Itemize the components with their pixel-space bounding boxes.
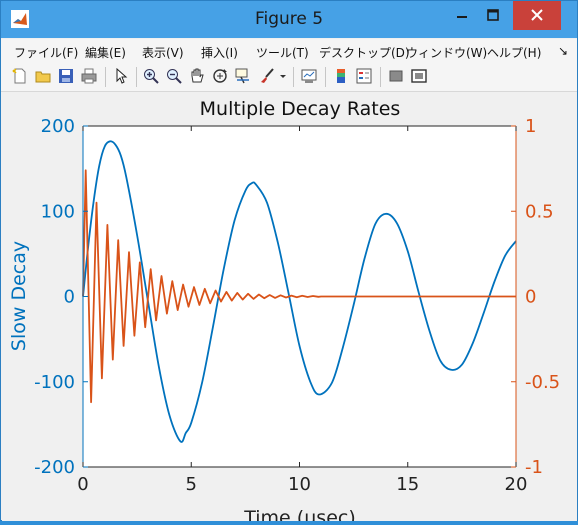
maximize-button[interactable] [478,1,509,30]
pan-icon[interactable] [189,68,205,84]
x-tick-label: 10 [288,474,311,495]
hide-plot-tools-icon[interactable] [388,68,404,84]
y-right-tick-label: 1 [525,116,536,137]
toolbar-separator [105,67,106,87]
y-right-tick-label: 0.5 [525,201,554,222]
y-right-tick-label: -0.5 [525,372,560,393]
y-left-tick-label: 100 [41,201,75,222]
menu-view[interactable]: 表示(V) [142,44,184,61]
show-plot-tools-icon[interactable] [411,68,427,84]
menu-desktop[interactable]: デスクトップ(D) [319,44,410,61]
y-left-tick-label: 0 [64,287,75,308]
x-tick-label: 0 [77,474,88,495]
y-axis-label-left: Slow Decay [8,241,30,351]
menu-overflow-icon[interactable]: ↘ [558,44,568,58]
data-cursor-icon[interactable] [235,68,251,84]
toolbar-separator [293,67,294,87]
pointer-icon[interactable] [113,68,129,84]
maximize-icon [487,9,499,21]
chart-title: Multiple Decay Rates [200,98,401,120]
menu-bar: ファイル(F) 編集(E) 表示(V) 挿入(I) ツール(T) デスクトップ(… [1,39,577,63]
y-left-tick-label: 200 [41,116,75,137]
figure-toolbar [1,63,577,92]
brush-dropdown-icon[interactable] [278,68,288,84]
figure-canvas: 0 5 10 15 20 200 100 0 -100 -200 1 0.5 0 -0.5 -1 Multi… [2,93,577,525]
y-right-tick-label: -1 [525,457,543,478]
figure-window: Figure 5 ファイル(F) 編集(E) 表示(V) 挿入(I) ツール(T… [0,0,578,525]
title-bar[interactable]: Figure 5 [1,1,577,38]
toolbar-separator [380,67,381,87]
menu-window[interactable]: ウィンドウ(W) [406,44,487,61]
rotate-3d-icon[interactable] [212,68,228,84]
close-button[interactable] [513,1,561,30]
legend-icon[interactable] [356,68,372,84]
menu-edit[interactable]: 編集(E) [85,44,126,61]
toolbar-separator [325,67,326,87]
x-axis-label: Time (μsec) [243,507,356,521]
zoom-out-icon[interactable] [166,68,182,84]
y-left-tick-label: -200 [34,457,75,478]
new-figure-icon[interactable] [12,68,28,84]
menu-insert[interactable]: 挿入(I) [201,44,238,61]
zoom-in-icon[interactable] [143,68,159,84]
chart[interactable]: 0 5 10 15 202001000-100-20010.50-0.5-1 Multi… [2,93,577,525]
link-plot-icon[interactable] [301,68,317,84]
menu-file[interactable]: ファイル(F) [14,44,78,61]
minimize-icon [457,16,467,18]
print-icon[interactable] [81,68,97,84]
colorbar-icon[interactable] [333,68,349,84]
minimize-button[interactable] [447,1,478,30]
toolbar-separator [136,67,137,87]
close-icon [531,9,543,21]
y-left-tick-label: -100 [34,372,75,393]
open-file-icon[interactable] [35,68,51,84]
brush-icon[interactable] [259,68,275,84]
menu-help[interactable]: ヘルプ(H) [487,44,541,61]
y-right-tick-label: 0 [525,287,536,308]
menu-tools[interactable]: ツール(T) [256,44,309,61]
x-tick-label: 5 [186,474,197,495]
x-tick-label: 15 [396,474,419,495]
save-icon[interactable] [58,68,74,84]
